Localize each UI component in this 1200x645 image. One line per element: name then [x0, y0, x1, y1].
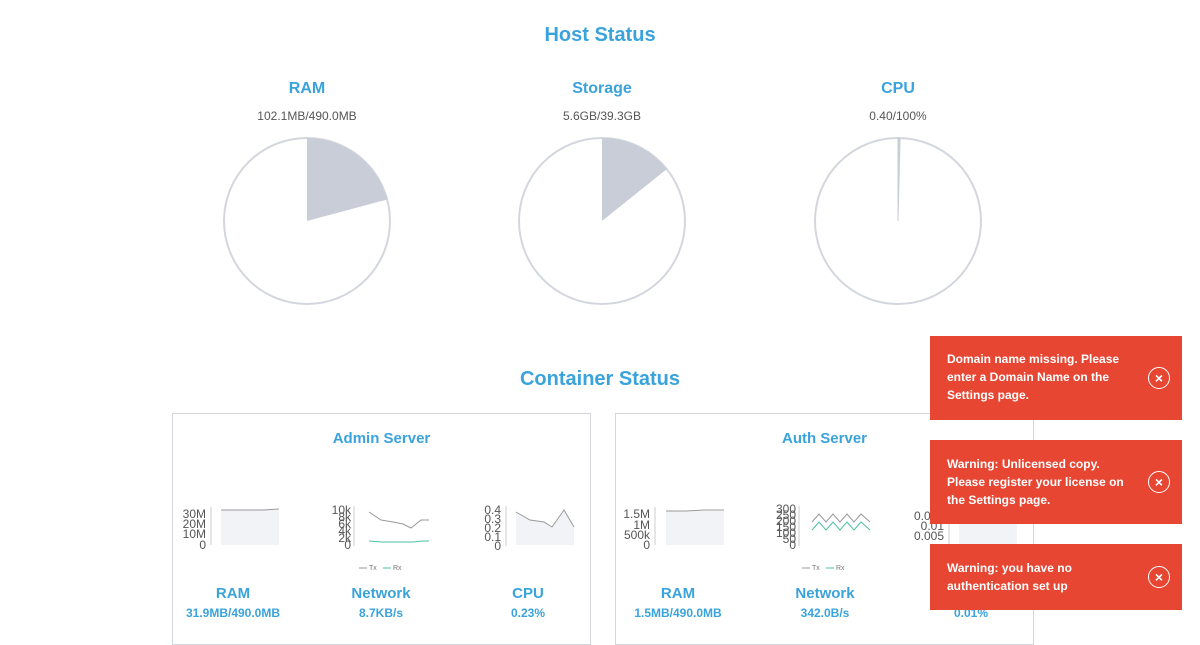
admin-network-value: 8.7KB/s — [358, 606, 404, 620]
host-cpu-pie — [814, 137, 982, 305]
admin-ram-sparkline: 30M 20M 10M 0 — [183, 507, 280, 552]
auth-tx-line — [811, 513, 871, 523]
notification-domain-missing: Domain name missing. Please enter a Doma… — [930, 336, 1182, 420]
admin-tx-legend: Tx — [369, 565, 377, 572]
admin-rx-line — [368, 540, 429, 543]
auth-cpu-area — [959, 524, 1017, 545]
admin-cpu-label: CPU — [512, 585, 544, 602]
close-icon[interactable]: × — [1148, 471, 1170, 493]
admin-cpu-sparkline: 0.4 0.3 0.2 0.1 0 — [484, 503, 575, 552]
admin-cpu-tick: 0 — [494, 539, 501, 552]
host-storage-label: Storage — [572, 80, 632, 97]
admin-network-label: Network — [351, 585, 411, 602]
host-ram-value: 102.1MB/490.0MB — [257, 109, 357, 123]
notification-unlicensed: Warning: Unlicensed copy. Please registe… — [930, 440, 1182, 524]
auth-net-tick: 0 — [789, 538, 796, 552]
close-icon[interactable]: × — [1148, 367, 1170, 389]
auth-network-metric: Network 342.0B/s — [755, 585, 895, 620]
auth-ram-sparkline: 1.5M 1M 500k 0 — [623, 507, 724, 552]
auth-network-value: 342.0B/s — [800, 606, 850, 620]
host-storage-pie — [518, 137, 686, 305]
notification-no-auth: Warning: you have no authentication set … — [930, 544, 1182, 610]
auth-rx-legend: Rx — [836, 565, 845, 572]
host-cpu-value: 0.40/100% — [869, 109, 927, 123]
auth-ram-tick: 0 — [643, 538, 650, 552]
admin-ram-label: RAM — [215, 585, 251, 602]
admin-ram-area — [221, 510, 279, 545]
notification-message: Warning: you have no authentication set … — [947, 561, 1072, 593]
auth-tx-legend: Tx — [812, 565, 820, 572]
notification-message: Warning: Unlicensed copy. Please registe… — [947, 457, 1124, 507]
admin-ram-value: 31.9MB/490.0MB — [185, 606, 281, 620]
host-cpu: CPU 0.40/100% — [798, 80, 998, 123]
host-ram-pie — [223, 137, 391, 305]
host-storage: Storage 5.6GB/39.3GB — [502, 80, 702, 123]
close-icon[interactable]: × — [1148, 566, 1170, 588]
auth-ram-value: 1.5MB/490.0MB — [634, 606, 722, 620]
host-ram-label: RAM — [288, 80, 326, 97]
admin-cpu-area — [516, 510, 574, 545]
admin-server-card: Admin Server 30M 20M 10M 0 10k 8k 6k 4k … — [172, 413, 591, 645]
admin-ram-tick: 0 — [199, 538, 206, 552]
auth-ram-label: RAM — [660, 585, 696, 602]
auth-ram-metric: RAM 1.5MB/490.0MB — [608, 585, 748, 620]
auth-network-label: Network — [795, 585, 855, 602]
host-ram: RAM 102.1MB/490.0MB — [207, 80, 407, 123]
admin-cpu-metric: CPU 0.23% — [458, 585, 598, 620]
admin-ram-line — [221, 508, 280, 511]
admin-net-tick: 0 — [344, 538, 351, 552]
auth-ram-line — [666, 509, 724, 512]
admin-tx-line — [368, 511, 429, 529]
auth-ram-area — [666, 511, 724, 545]
admin-network-sparkline: 10k 8k 6k 4k 2k 0 Tx Rx — [332, 503, 429, 572]
host-status-title: Host Status — [544, 24, 656, 46]
auth-cpu-tick: 0.005 — [914, 529, 944, 543]
auth-network-sparkline: 300 250 200 150 100 50 0 Tx Rx — [776, 502, 871, 572]
host-cpu-label: CPU — [881, 80, 915, 97]
admin-ram-metric: RAM 31.9MB/490.0MB — [163, 585, 303, 620]
host-storage-value: 5.6GB/39.3GB — [562, 109, 642, 123]
admin-server-title: Admin Server — [332, 430, 431, 447]
admin-cpu-value: 0.23% — [510, 606, 546, 620]
admin-network-metric: Network 8.7KB/s — [311, 585, 451, 620]
notification-message: Domain name missing. Please enter a Doma… — [947, 352, 1120, 402]
auth-rx-line — [811, 521, 871, 531]
admin-rx-legend: Rx — [393, 565, 402, 572]
